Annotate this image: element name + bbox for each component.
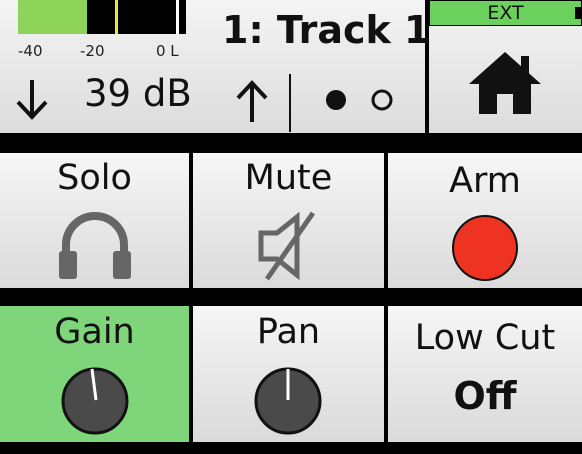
header-panel: -40 -20 0 L 1: Track 1 39 dB bbox=[0, 0, 430, 133]
home-panel[interactable]: EXT bbox=[429, 0, 582, 133]
mute-button[interactable]: Mute bbox=[193, 153, 384, 288]
low-cut-label: Low Cut bbox=[414, 318, 556, 358]
arm-button[interactable]: Arm bbox=[388, 153, 582, 288]
ext-badge: EXT bbox=[429, 0, 582, 26]
pan-label: Pan bbox=[256, 312, 321, 352]
mute-label: Mute bbox=[244, 158, 333, 198]
gain-readout: 39 dB bbox=[84, 72, 192, 115]
meter-scale-label: -40 bbox=[18, 42, 43, 60]
home-icon[interactable] bbox=[467, 50, 543, 116]
speaker-muted-icon bbox=[255, 209, 321, 283]
low-cut-button[interactable]: Low Cut Off bbox=[388, 306, 582, 442]
meter-scale-label: 0 L bbox=[156, 42, 179, 60]
meter-clip bbox=[176, 0, 179, 34]
record-dot-icon bbox=[450, 213, 520, 283]
solo-label: Solo bbox=[57, 158, 132, 198]
page-indicator[interactable] bbox=[320, 86, 400, 116]
ext-label: EXT bbox=[487, 2, 524, 24]
up-arrow-icon[interactable] bbox=[232, 78, 272, 124]
knob-icon bbox=[253, 366, 323, 436]
arm-label: Arm bbox=[449, 161, 521, 201]
header-divider bbox=[289, 74, 291, 132]
headphones-icon bbox=[56, 211, 134, 281]
knob-icon bbox=[60, 366, 130, 436]
down-arrow-icon[interactable] bbox=[12, 76, 52, 122]
solo-button[interactable]: Solo bbox=[0, 153, 189, 288]
low-cut-value: Off bbox=[453, 374, 517, 418]
meter-fill bbox=[18, 0, 87, 34]
ext-notch bbox=[575, 7, 582, 19]
track-title: 1: Track 1 bbox=[222, 8, 431, 52]
pan-button[interactable]: Pan bbox=[193, 306, 384, 442]
meter-peak bbox=[115, 0, 118, 34]
gain-label: Gain bbox=[54, 312, 135, 352]
gain-button[interactable]: Gain bbox=[0, 306, 189, 442]
level-meter bbox=[18, 0, 186, 34]
meter-scale-label: -20 bbox=[80, 42, 105, 60]
